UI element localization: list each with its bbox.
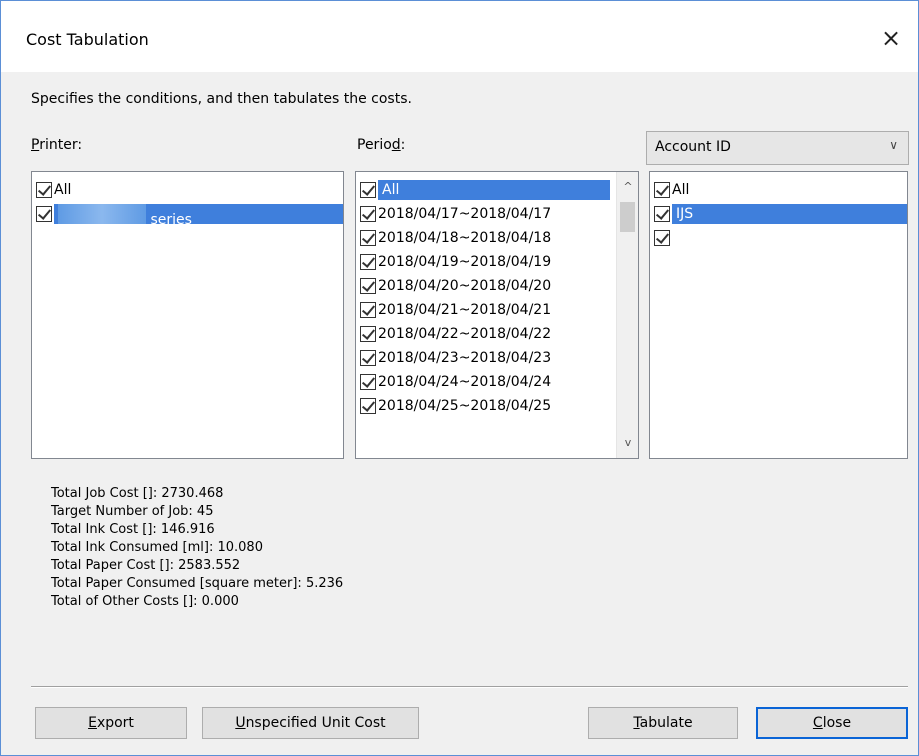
period-item[interactable]: 2018/04/24~2018/04/24 bbox=[356, 370, 638, 394]
scrollbar-thumb[interactable] bbox=[620, 202, 635, 232]
period-item[interactable]: 2018/04/23~2018/04/23 bbox=[356, 346, 638, 370]
checkbox-checked-icon[interactable] bbox=[654, 230, 670, 246]
title-bar: Cost Tabulation × bbox=[1, 1, 918, 72]
checkbox-checked-icon[interactable] bbox=[36, 182, 52, 198]
checkbox-checked-icon[interactable] bbox=[360, 230, 376, 246]
period-item[interactable]: 2018/04/19~2018/04/19 bbox=[356, 250, 638, 274]
period-item[interactable]: 2018/04/20~2018/04/20 bbox=[356, 274, 638, 298]
account-item[interactable]: IJS bbox=[650, 202, 907, 226]
stat-target-number-of-job: Target Number of Job: 45 bbox=[51, 504, 214, 519]
period-item[interactable]: 2018/04/22~2018/04/22 bbox=[356, 322, 638, 346]
chevron-down-icon: ∨ bbox=[889, 138, 898, 152]
period-item[interactable]: 2018/04/18~2018/04/18 bbox=[356, 226, 638, 250]
close-button[interactable]: Close bbox=[756, 707, 908, 739]
printer-list[interactable]: All series bbox=[31, 171, 344, 459]
period-item[interactable]: 2018/04/17~2018/04/17 bbox=[356, 202, 638, 226]
checkbox-checked-icon[interactable] bbox=[360, 182, 376, 198]
scroll-down-icon[interactable]: v bbox=[617, 432, 638, 454]
printer-item-all[interactable]: All bbox=[32, 178, 343, 202]
checkbox-checked-icon[interactable] bbox=[654, 206, 670, 222]
stat-total-ink-cost: Total Ink Cost []: 146.916 bbox=[51, 522, 215, 537]
unspecified-unit-cost-button[interactable]: Unspecified Unit Cost bbox=[202, 707, 419, 739]
account-list[interactable]: All IJS bbox=[649, 171, 908, 459]
stat-total-paper-consumed: Total Paper Consumed [square meter]: 5.2… bbox=[51, 576, 344, 591]
stat-total-ink-consumed: Total Ink Consumed [ml]: 10.080 bbox=[51, 540, 263, 555]
cost-tabulation-dialog: Cost Tabulation × Specifies the conditio… bbox=[0, 0, 919, 756]
close-icon[interactable]: × bbox=[876, 23, 906, 53]
window-title: Cost Tabulation bbox=[26, 30, 149, 49]
checkbox-checked-icon[interactable] bbox=[36, 206, 52, 222]
checkbox-checked-icon[interactable] bbox=[360, 326, 376, 342]
printer-item-series[interactable]: series bbox=[32, 202, 343, 228]
account-item[interactable]: All bbox=[650, 178, 907, 202]
stat-total-other-costs: Total of Other Costs []: 0.000 bbox=[51, 594, 239, 609]
cost-summary: Total Job Cost []: 2730.468 Target Numbe… bbox=[51, 485, 343, 611]
stat-total-job-cost: Total Job Cost []: 2730.468 bbox=[51, 486, 224, 501]
checkbox-checked-icon[interactable] bbox=[360, 350, 376, 366]
period-scrollbar[interactable]: ^ v bbox=[616, 172, 638, 458]
divider bbox=[31, 686, 908, 688]
description-text: Specifies the conditions, and then tabul… bbox=[31, 91, 412, 107]
period-item[interactable]: 2018/04/25~2018/04/25 bbox=[356, 394, 638, 418]
checkbox-checked-icon[interactable] bbox=[360, 206, 376, 222]
account-id-dropdown[interactable]: Account ID ∨ bbox=[646, 131, 909, 165]
selected-printer-name: series bbox=[54, 204, 343, 228]
redacted-printer-name bbox=[58, 204, 146, 224]
export-button[interactable]: Export bbox=[35, 707, 187, 739]
period-list[interactable]: All 2018/04/17~2018/04/17 2018/04/18~201… bbox=[355, 171, 639, 459]
checkbox-checked-icon[interactable] bbox=[360, 254, 376, 270]
printer-label: Printer: bbox=[31, 137, 83, 153]
checkbox-checked-icon[interactable] bbox=[360, 398, 376, 414]
checkbox-checked-icon[interactable] bbox=[360, 278, 376, 294]
account-item[interactable] bbox=[650, 226, 907, 250]
period-item[interactable]: All bbox=[356, 178, 638, 202]
period-label: Period: bbox=[357, 137, 406, 153]
period-item[interactable]: 2018/04/21~2018/04/21 bbox=[356, 298, 638, 322]
stat-total-paper-cost: Total Paper Cost []: 2583.552 bbox=[51, 558, 241, 573]
checkbox-checked-icon[interactable] bbox=[654, 182, 670, 198]
checkbox-checked-icon[interactable] bbox=[360, 374, 376, 390]
scroll-up-icon[interactable]: ^ bbox=[617, 176, 638, 198]
checkbox-checked-icon[interactable] bbox=[360, 302, 376, 318]
tabulate-button[interactable]: Tabulate bbox=[588, 707, 738, 739]
